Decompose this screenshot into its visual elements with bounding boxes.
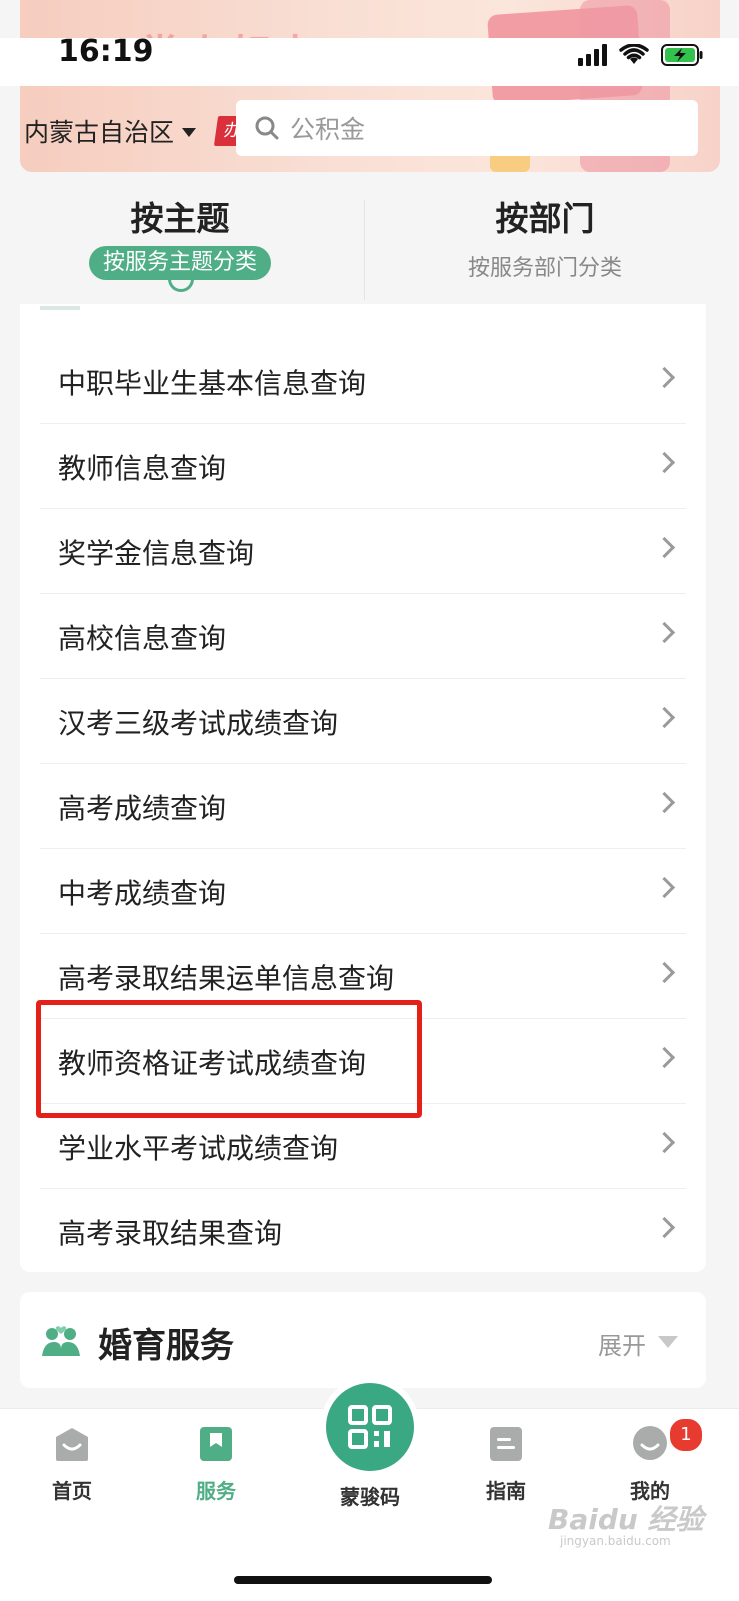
watermark-logo: Baidu 经验 [548,1503,704,1536]
watermark-url: jingyan.baidu.com [560,1534,671,1548]
expand-triangle-icon [658,1336,678,1348]
tab-title: 按主题 [130,199,230,238]
category-tabs: 按主题 按服务主题分类 按部门 按服务部门分类 [0,172,739,304]
tab-by-department[interactable]: 按部门 按服务部门分类 [440,192,650,282]
status-time: 16:19 [58,34,154,69]
search-placeholder: 公积金 [290,115,366,144]
family-icon [42,1326,80,1356]
expand-button[interactable]: 展开 [598,1326,646,1361]
chevron-right-icon [653,1046,676,1069]
profile-icon [633,1426,667,1460]
chevron-right-icon [653,1131,676,1154]
list-item-label: 高考录取结果查询 [58,1217,283,1250]
nav-label: 蒙骏码 [340,1485,400,1509]
chevron-right-icon [653,1216,676,1239]
battery-charging-icon [661,44,703,66]
marriage-services-section[interactable]: 婚育服务 展开 [20,1292,706,1388]
chevron-right-icon [653,876,676,899]
list-item-label: 教师信息查询 [58,452,227,485]
service-list: 中职毕业生基本信息查询 教师信息查询 奖学金信息查询 高校信息查询汉考三级考试成绩查询… [20,304,706,1272]
list-item-label: 高校信息查询 [58,622,227,655]
list-item-label: 奖学金信息查询 [58,537,255,570]
tab-divider [364,200,365,300]
list-item-label: 学业水平考试成绩查询 [58,1132,339,1165]
list-item[interactable]: 中考成绩查询 [40,848,686,934]
nav-label: 指南 [486,1479,526,1503]
list-item[interactable]: 奖学金信息查询 [40,508,686,594]
list-item-label: 高考录取结果运单信息查询 [58,962,395,995]
list-item-label: 中职毕业生基本信息查询 [58,367,367,400]
chevron-right-icon [653,451,676,474]
search-icon [255,116,279,140]
nav-guide[interactable]: 指南 [456,1425,556,1504]
chevron-right-icon [653,366,676,389]
tab-by-theme[interactable]: 按主题 按服务主题分类 [70,192,290,280]
home-icon [56,1428,88,1461]
guide-icon [490,1427,522,1461]
list-item-label: 中考成绩查询 [58,877,227,910]
nav-services[interactable]: 服务 [166,1425,266,1504]
list-item[interactable]: 高校信息查询 [40,593,686,679]
search-bar[interactable]: 公积金 [236,100,698,156]
tab-subtitle: 按服务部门分类 [467,256,622,281]
bookmark-icon [200,1427,232,1461]
chevron-right-icon [653,791,676,814]
wifi-icon [619,44,649,64]
region-label: 内蒙古自治区 [24,118,175,147]
nav-label: 服务 [196,1479,236,1503]
section-title: 婚育服务 [98,1326,234,1366]
qr-code-icon [348,1405,392,1449]
list-item[interactable]: 高考录取结果查询 [40,1188,686,1273]
nav-home[interactable]: 首页 [22,1425,122,1504]
tab-title: 按部门 [495,199,595,238]
chevron-right-icon [653,706,676,729]
highlight-box [36,1000,422,1118]
chevron-right-icon [653,621,676,644]
qr-code-button[interactable] [326,1383,414,1471]
dropdown-triangle-icon [182,127,197,137]
section-header-remnant [40,306,80,310]
status-bar: 16:19 [0,34,739,86]
list-item[interactable]: 教师信息查询 [40,423,686,509]
home-indicator [234,1576,492,1584]
nav-label: 首页 [52,1479,92,1503]
tab-subtitle: 按服务主题分类 [88,246,271,280]
notification-badge: 1 [668,1417,704,1453]
cellular-signal-icon [578,44,607,66]
list-item[interactable]: 高考成绩查询 [40,763,686,849]
list-item[interactable]: 汉考三级考试成绩查询 [40,678,686,764]
list-item-label: 汉考三级考试成绩查询 [58,707,339,740]
list-item[interactable]: 中职毕业生基本信息查询 [40,338,686,424]
chevron-right-icon [653,536,676,559]
list-item-label: 高考成绩查询 [58,792,227,825]
chevron-right-icon [653,961,676,984]
region-selector[interactable]: 内蒙古自治区 [24,113,197,149]
